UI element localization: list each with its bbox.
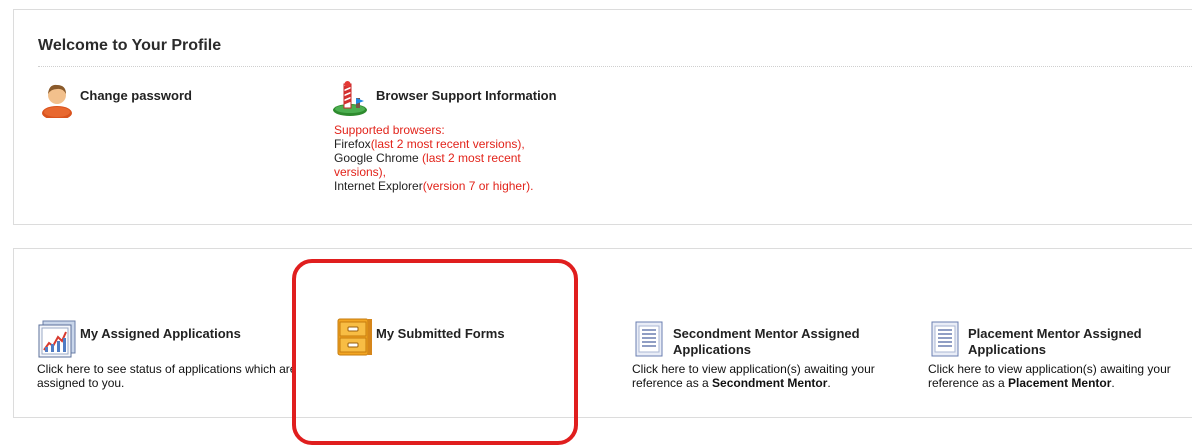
- placement-mentor-link[interactable]: Placement Mentor Assigned Applications: [968, 326, 1183, 358]
- user-icon[interactable]: [40, 82, 74, 123]
- ie-name: Internet Explorer: [334, 179, 423, 193]
- placement-desc-role: Placement Mentor: [1008, 376, 1112, 390]
- document-list-icon[interactable]: [930, 320, 960, 363]
- my-assigned-applications-desc: Click here to see status of applications…: [37, 362, 297, 390]
- chrome-name: Google Chrome: [334, 151, 423, 165]
- browser-support-icon: [332, 80, 372, 123]
- firefox-line: Firefox(last 2 most recent versions),: [334, 137, 574, 151]
- profile-divider: [38, 66, 1192, 67]
- browser-support-info: Supported browsers: Firefox(last 2 most …: [334, 123, 574, 193]
- change-password-link[interactable]: Change password: [80, 88, 192, 104]
- profile-title: Welcome to Your Profile: [38, 37, 222, 54]
- ie-line: Internet Explorer(version 7 or higher).: [334, 179, 574, 193]
- file-cabinet-icon[interactable]: [334, 317, 374, 362]
- firefox-note: (last 2 most recent versions),: [370, 137, 525, 151]
- browser-support-title: Browser Support Information: [376, 88, 557, 103]
- my-submitted-forms-link[interactable]: My Submitted Forms: [376, 326, 505, 342]
- secondment-mentor-link[interactable]: Secondment Mentor Assigned Applications: [673, 326, 903, 358]
- supported-browsers-label: Supported browsers:: [334, 123, 445, 137]
- placement-desc-end: .: [1111, 376, 1115, 390]
- ie-note: (version 7 or higher).: [422, 179, 534, 193]
- secondment-desc-role: Secondment Mentor: [712, 376, 828, 390]
- firefox-name: Firefox: [334, 137, 371, 151]
- chart-document-icon[interactable]: [37, 319, 77, 364]
- document-list-icon[interactable]: [634, 320, 664, 363]
- secondment-desc-end: .: [827, 376, 831, 390]
- chrome-line: Google Chrome (last 2 most recent versio…: [334, 151, 549, 179]
- my-assigned-applications-link[interactable]: My Assigned Applications: [80, 326, 241, 342]
- secondment-mentor-desc: Click here to view application(s) awaiti…: [632, 362, 912, 390]
- placement-mentor-desc: Click here to view application(s) awaiti…: [928, 362, 1190, 390]
